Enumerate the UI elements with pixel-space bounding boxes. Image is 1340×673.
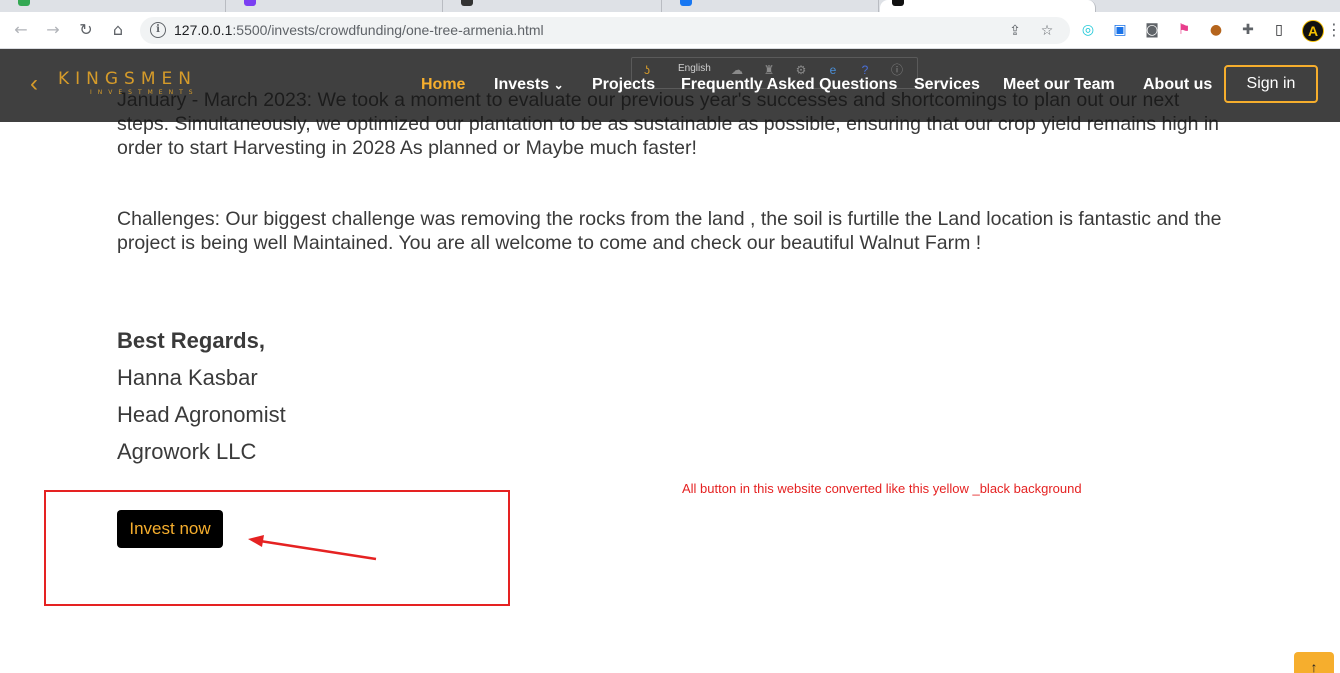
extension-camera-icon[interactable]: ◙ bbox=[1143, 21, 1161, 39]
translate-info-icon[interactable]: ⓘ bbox=[890, 63, 904, 77]
logo-mark-icon: ‹ bbox=[30, 70, 38, 97]
tab-favicon-icon bbox=[461, 0, 473, 6]
back-icon[interactable]: ← bbox=[11, 20, 31, 40]
browser-tab[interactable] bbox=[0, 0, 226, 12]
tab-favicon-icon bbox=[892, 0, 904, 6]
home-icon[interactable]: ⌂ bbox=[108, 20, 128, 40]
profile-avatar[interactable]: A bbox=[1302, 20, 1324, 42]
share-icon[interactable]: ⇪ bbox=[1006, 22, 1024, 40]
side-panel-icon[interactable]: ▯ bbox=[1270, 21, 1288, 39]
reload-icon[interactable]: ↻ bbox=[76, 20, 96, 40]
signature-title: Head Agronomist bbox=[117, 402, 286, 427]
translate-chess-icon[interactable]: ♜ bbox=[762, 63, 776, 77]
forward-icon[interactable]: → bbox=[43, 20, 63, 40]
web-page: January - March 2023: We took a moment t… bbox=[0, 49, 1340, 673]
browser-tab[interactable] bbox=[662, 0, 879, 12]
translate-help-icon[interactable]: ? bbox=[858, 63, 872, 77]
browser-tab[interactable] bbox=[443, 0, 662, 12]
browser-toolbar: ← → ↻ ⌂ i 127.0.0.1:5500/invests/crowdfu… bbox=[0, 12, 1340, 49]
extensions-puzzle-icon[interactable]: ✚ bbox=[1239, 21, 1257, 39]
address-bar[interactable]: i 127.0.0.1:5500/invests/crowdfunding/on… bbox=[140, 17, 1070, 44]
translate-cloud-icon[interactable]: ☁ bbox=[730, 63, 744, 77]
signin-button[interactable]: Sign in bbox=[1224, 65, 1318, 103]
challenges-paragraph: Challenges: Our biggest challenge was re… bbox=[117, 208, 1222, 254]
tab-favicon-icon bbox=[18, 0, 30, 6]
signature-company: Agrowork LLC bbox=[117, 439, 257, 464]
extension-cookie-icon[interactable]: ● bbox=[1207, 21, 1225, 39]
nav-faq[interactable]: Frequently Asked Questions bbox=[681, 76, 897, 94]
translate-logo-icon: ʖ bbox=[644, 63, 650, 77]
url-text: 127.0.0.1:5500/invests/crowdfunding/one-… bbox=[174, 22, 544, 38]
regards-text: Best Regards, bbox=[117, 328, 265, 353]
extension-screen-icon[interactable]: ▣ bbox=[1111, 21, 1129, 39]
translate-language[interactable]: English bbox=[678, 63, 711, 74]
chevron-down-icon: ⌄ bbox=[553, 78, 564, 92]
invest-now-button[interactable]: Invest now bbox=[117, 510, 223, 548]
extension-ring-icon[interactable]: ◎ bbox=[1079, 21, 1097, 39]
nav-invests[interactable]: Invests ⌄ bbox=[494, 76, 564, 94]
translate-browser-icon[interactable]: e bbox=[826, 63, 840, 77]
annotation-note: All button in this website converted lik… bbox=[682, 481, 1082, 496]
browser-tab[interactable] bbox=[1097, 0, 1340, 12]
site-navbar: ‹ KINGSMEN INVESTMENTS ʖ English ☁ ♜ ⚙ e… bbox=[0, 49, 1340, 122]
nav-services[interactable]: Services bbox=[914, 76, 980, 94]
browser-tab-strip bbox=[0, 0, 1340, 12]
browser-tab[interactable] bbox=[226, 0, 443, 12]
translate-gear-icon[interactable]: ⚙ bbox=[794, 63, 808, 77]
annotation-arrow-icon bbox=[248, 535, 377, 561]
tab-favicon-icon bbox=[680, 0, 692, 6]
bookmark-star-icon[interactable]: ☆ bbox=[1038, 22, 1056, 40]
site-info-icon[interactable]: i bbox=[150, 22, 166, 38]
browser-tab-active[interactable] bbox=[880, 0, 1096, 12]
nav-about[interactable]: About us bbox=[1143, 76, 1212, 94]
nav-projects[interactable]: Projects bbox=[592, 76, 655, 94]
logo-text: KINGSMEN bbox=[58, 69, 197, 89]
browser-menu-icon[interactable]: ⋮ bbox=[1326, 21, 1340, 39]
scroll-to-top-button[interactable]: ↑ bbox=[1294, 652, 1334, 673]
nav-team[interactable]: Meet our Team bbox=[1003, 76, 1115, 94]
extension-flag-icon[interactable]: ⚑ bbox=[1175, 21, 1193, 39]
arrow-up-icon: ↑ bbox=[1310, 659, 1318, 673]
nav-home[interactable]: Home bbox=[421, 76, 465, 94]
signature-name: Hanna Kasbar bbox=[117, 365, 258, 390]
tab-favicon-icon bbox=[244, 0, 256, 6]
logo-subtext: INVESTMENTS bbox=[90, 89, 199, 96]
